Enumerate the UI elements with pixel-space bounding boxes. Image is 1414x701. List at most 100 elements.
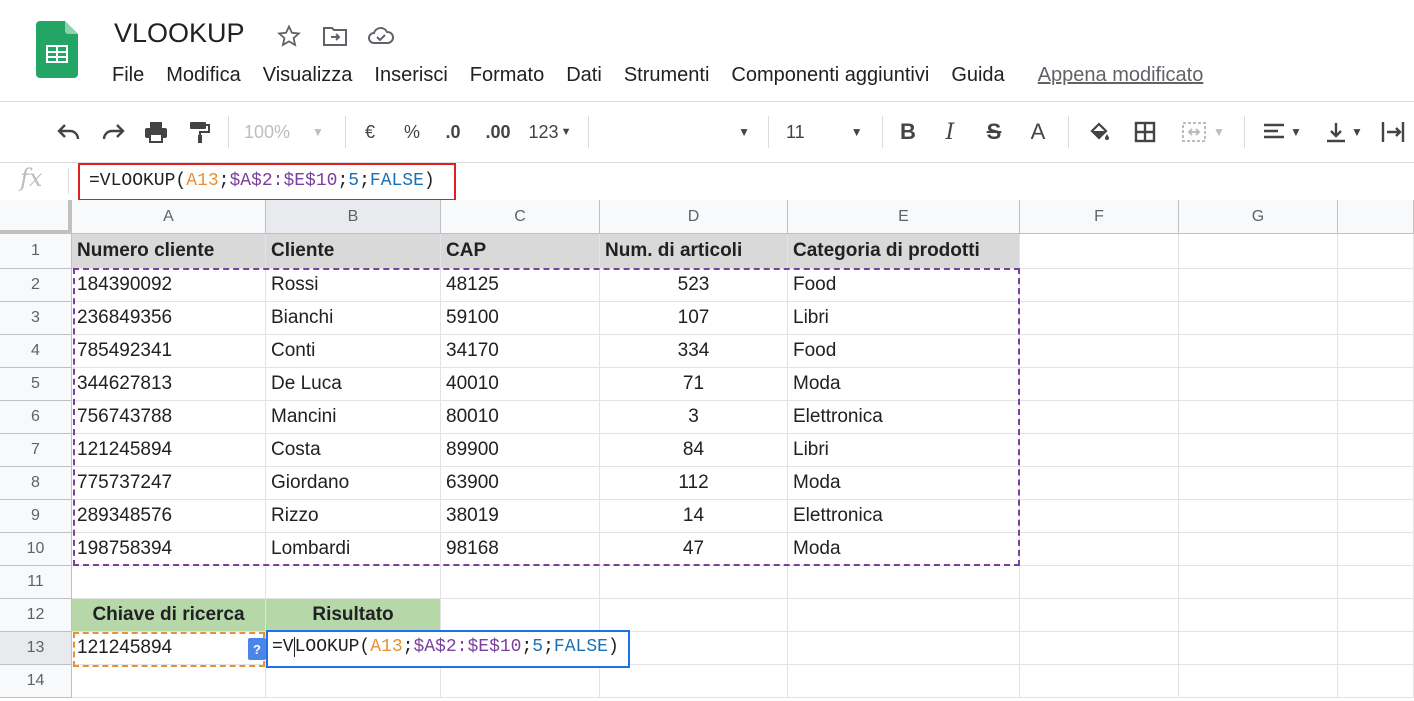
- table-cell[interactable]: De Luca: [266, 368, 441, 401]
- table-cell[interactable]: Rossi: [266, 269, 441, 302]
- table-cell[interactable]: Costa: [266, 434, 441, 467]
- grid-cell[interactable]: [1338, 533, 1414, 566]
- grid-cell[interactable]: [1179, 368, 1338, 401]
- table-cell[interactable]: 59100: [441, 302, 600, 335]
- table-cell[interactable]: Libri: [788, 434, 1020, 467]
- grid-cell[interactable]: [1020, 234, 1179, 269]
- row-header-9[interactable]: 9: [0, 500, 72, 533]
- table-cell[interactable]: 47: [600, 533, 788, 566]
- move-folder-icon[interactable]: [320, 22, 350, 50]
- grid-cell[interactable]: [1179, 467, 1338, 500]
- table-cell[interactable]: Elettronica: [788, 401, 1020, 434]
- grid-cell[interactable]: [1179, 269, 1338, 302]
- table-cell[interactable]: 84: [600, 434, 788, 467]
- table-cell[interactable]: 236849356: [72, 302, 266, 335]
- grid-cell[interactable]: [72, 665, 266, 698]
- grid-cell[interactable]: [1338, 632, 1414, 665]
- menu-componenti-aggiuntivi[interactable]: Componenti aggiuntivi: [731, 64, 929, 87]
- grid-cell[interactable]: [1338, 401, 1414, 434]
- table-cell[interactable]: 184390092: [72, 269, 266, 302]
- grid-cell[interactable]: [1020, 665, 1179, 698]
- result-header[interactable]: Risultato: [266, 599, 441, 632]
- grid-cell[interactable]: [1179, 234, 1338, 269]
- grid-cell[interactable]: [1179, 566, 1338, 599]
- grid-cell[interactable]: [441, 665, 600, 698]
- menu-formato[interactable]: Formato: [470, 64, 544, 87]
- grid-cell[interactable]: [788, 566, 1020, 599]
- table-cell[interactable]: Rizzo: [266, 500, 441, 533]
- document-title[interactable]: VLOOKUP: [114, 18, 245, 49]
- grid-cell[interactable]: [266, 665, 441, 698]
- grid-cell[interactable]: [1179, 665, 1338, 698]
- grid-cell[interactable]: [788, 632, 1020, 665]
- grid-cell[interactable]: [1179, 632, 1338, 665]
- grid-cell[interactable]: [1020, 269, 1179, 302]
- grid-cell[interactable]: [1020, 467, 1179, 500]
- column-header-a[interactable]: A: [72, 200, 266, 234]
- grid-cell[interactable]: [72, 566, 266, 599]
- table-cell[interactable]: Conti: [266, 335, 441, 368]
- sheets-logo-icon[interactable]: [36, 21, 78, 78]
- grid-cell[interactable]: [1338, 467, 1414, 500]
- star-icon[interactable]: [274, 22, 304, 50]
- table-cell[interactable]: Mancini: [266, 401, 441, 434]
- table-cell[interactable]: 14: [600, 500, 788, 533]
- grid-cell[interactable]: [1020, 368, 1179, 401]
- table-cell[interactable]: 289348576: [72, 500, 266, 533]
- table-header-cell[interactable]: Num. di articoli: [600, 234, 788, 269]
- grid-cell[interactable]: [788, 599, 1020, 632]
- formula-input[interactable]: =VLOOKUP(A13;$A$2:$E$10;5;FALSE): [78, 163, 456, 201]
- grid-cell[interactable]: [1179, 434, 1338, 467]
- grid-cell[interactable]: [1020, 632, 1179, 665]
- table-cell[interactable]: Food: [788, 335, 1020, 368]
- table-cell[interactable]: Bianchi: [266, 302, 441, 335]
- table-cell[interactable]: Giordano: [266, 467, 441, 500]
- grid-cell[interactable]: [1338, 599, 1414, 632]
- menu-strumenti[interactable]: Strumenti: [624, 64, 710, 87]
- column-header-d[interactable]: D: [600, 200, 788, 234]
- decrease-decimal-button[interactable]: .0: [438, 116, 468, 148]
- menu-guida[interactable]: Guida: [951, 64, 1004, 87]
- redo-icon[interactable]: [96, 116, 130, 148]
- grid-cell[interactable]: [1020, 335, 1179, 368]
- select-all-corner[interactable]: [0, 200, 72, 234]
- borders-icon[interactable]: [1130, 116, 1160, 148]
- search-key-header[interactable]: Chiave di ricerca: [72, 599, 266, 632]
- table-cell[interactable]: 40010: [441, 368, 600, 401]
- table-cell[interactable]: 89900: [441, 434, 600, 467]
- table-cell[interactable]: 334: [600, 335, 788, 368]
- table-cell[interactable]: Elettronica: [788, 500, 1020, 533]
- row-header-5[interactable]: 5: [0, 368, 72, 401]
- strikethrough-button[interactable]: S: [980, 116, 1008, 148]
- table-header-cell[interactable]: Numero cliente: [72, 234, 266, 269]
- merge-cells-icon[interactable]: ▼: [1174, 116, 1232, 148]
- column-header-b[interactable]: B: [266, 200, 441, 234]
- grid-cell[interactable]: [1020, 302, 1179, 335]
- table-cell[interactable]: 71: [600, 368, 788, 401]
- table-cell[interactable]: 107: [600, 302, 788, 335]
- search-key-value[interactable]: 121245894: [72, 632, 266, 665]
- font-size-select[interactable]: 11 ▼: [786, 116, 872, 148]
- table-cell[interactable]: 98168: [441, 533, 600, 566]
- grid-cell[interactable]: [600, 599, 788, 632]
- last-edit-link[interactable]: Appena modificato: [1038, 64, 1204, 87]
- table-header-cell[interactable]: CAP: [441, 234, 600, 269]
- table-cell[interactable]: Libri: [788, 302, 1020, 335]
- grid-cell[interactable]: [1338, 665, 1414, 698]
- grid-cell[interactable]: [1338, 434, 1414, 467]
- table-cell[interactable]: 63900: [441, 467, 600, 500]
- grid-cell[interactable]: [1338, 500, 1414, 533]
- vertical-align-icon[interactable]: ▼: [1318, 116, 1370, 148]
- row-header-7[interactable]: 7: [0, 434, 72, 467]
- more-formats-button[interactable]: 123 ▼: [524, 116, 576, 148]
- grid-cell[interactable]: [1338, 368, 1414, 401]
- formula-help-icon[interactable]: ?: [248, 638, 266, 660]
- table-cell[interactable]: 785492341: [72, 335, 266, 368]
- grid-cell[interactable]: [1338, 269, 1414, 302]
- grid-cell[interactable]: [1179, 335, 1338, 368]
- column-header-g[interactable]: G: [1179, 200, 1338, 234]
- table-cell[interactable]: 756743788: [72, 401, 266, 434]
- grid-cell[interactable]: [266, 566, 441, 599]
- undo-icon[interactable]: [52, 116, 86, 148]
- row-header-3[interactable]: 3: [0, 302, 72, 335]
